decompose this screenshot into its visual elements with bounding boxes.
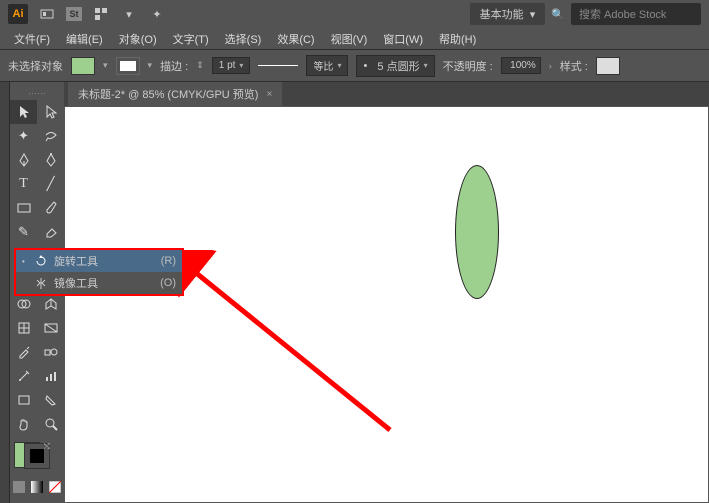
opacity-input[interactable]: 100% (501, 57, 541, 74)
eyedropper-tool[interactable] (10, 340, 37, 364)
document-tab[interactable]: 未标题-2* @ 85% (CMYK/GPU 预览) × (68, 82, 282, 106)
menu-view[interactable]: 视图(V) (325, 29, 374, 49)
selected-bullet-icon: • (22, 257, 28, 266)
mesh-tool[interactable] (10, 316, 37, 340)
search-input[interactable]: 搜索 Adobe Stock (571, 3, 701, 25)
bridge-icon[interactable] (38, 5, 56, 23)
direct-selection-tool[interactable] (37, 100, 64, 124)
flyout-rotate-label: 旋转工具 (54, 253, 98, 269)
zoom-tool[interactable] (37, 412, 64, 436)
line-tool[interactable]: ╱ (37, 172, 64, 196)
fill-menu-caret[interactable]: ▾ (103, 60, 108, 71)
menu-file[interactable]: 文件(F) (8, 29, 56, 49)
arrow-icon[interactable]: ▾ (120, 5, 138, 23)
style-label: 样式 : (560, 58, 588, 74)
stock-icon[interactable]: St (66, 7, 82, 21)
style-swatch[interactable] (596, 57, 620, 75)
brush-dropdown[interactable]: • 5 点圆形 (356, 55, 434, 77)
menu-help[interactable]: 帮助(H) (433, 29, 482, 49)
toolbar-grip[interactable]: ⋯⋯ (10, 86, 64, 100)
menu-type[interactable]: 文字(T) (167, 29, 215, 49)
selection-tool[interactable] (10, 100, 37, 124)
canvas[interactable] (64, 106, 709, 503)
none-mode[interactable] (46, 475, 64, 499)
stroke-preview[interactable] (258, 61, 298, 71)
fill-swatch[interactable] (71, 57, 95, 75)
document-tab-title: 未标题-2* @ 85% (CMYK/GPU 预览) (78, 86, 258, 102)
stroke-label: 描边 : (160, 58, 188, 74)
stroke-menu-caret[interactable]: ▾ (148, 60, 153, 71)
lasso-tool[interactable] (37, 124, 64, 148)
hand-tool[interactable] (10, 412, 37, 436)
selection-status: 未选择对象 (8, 58, 63, 74)
type-tool[interactable]: T (10, 172, 37, 196)
menu-select[interactable]: 选择(S) (219, 29, 268, 49)
workspace-switcher[interactable]: 基本功能 ▾ (470, 3, 546, 25)
menu-effect[interactable]: 效果(C) (271, 29, 320, 49)
opacity-label: 不透明度 : (443, 58, 493, 74)
magic-wand-tool[interactable]: ✦ (10, 124, 37, 148)
graph-tool[interactable] (37, 364, 64, 388)
stroke-weight[interactable]: 1 pt (212, 57, 251, 74)
flyout-rotate-tool[interactable]: • 旋转工具 (R) (16, 250, 182, 272)
close-tab-icon[interactable]: × (266, 89, 272, 100)
gradient-tool[interactable] (37, 316, 64, 340)
opacity-caret[interactable]: › (549, 61, 552, 71)
app-logo: Ai (8, 4, 28, 24)
flyout-mirror-shortcut: (O) (160, 277, 176, 289)
flyout-rotate-shortcut: (R) (161, 255, 176, 267)
symbol-sprayer-tool[interactable] (10, 364, 37, 388)
stroke-up[interactable]: ⇕ (196, 60, 204, 71)
rectangle-tool[interactable] (10, 196, 37, 220)
uniform-dropdown[interactable]: 等比 (306, 55, 348, 76)
menu-window[interactable]: 窗口(W) (377, 29, 429, 49)
rotate-icon (34, 255, 48, 268)
flyout-mirror-tool[interactable]: 镜像工具 (O) (16, 272, 182, 294)
reflect-icon (34, 277, 48, 290)
slice-tool[interactable] (37, 388, 64, 412)
rotate-tool-flyout: • 旋转工具 (R) 镜像工具 (O) (14, 248, 184, 296)
curvature-tool[interactable] (37, 148, 64, 172)
swap-colors-icon[interactable]: ⤭ (44, 442, 50, 452)
artboard-tool[interactable] (10, 388, 37, 412)
stroke-swatch[interactable] (116, 57, 140, 75)
arrange-icon[interactable] (92, 5, 110, 23)
blend-tool[interactable] (37, 340, 64, 364)
search-icon: 🔍 (551, 8, 565, 21)
menu-object[interactable]: 对象(O) (113, 29, 163, 49)
left-dock-strip[interactable] (0, 82, 10, 503)
flyout-mirror-label: 镜像工具 (54, 275, 98, 291)
color-mode[interactable] (10, 475, 28, 499)
ellipse-shape[interactable] (455, 165, 499, 299)
color-picker[interactable]: ⤭ (14, 442, 50, 469)
sparkle-icon[interactable]: ✦ (148, 5, 166, 23)
eraser-tool[interactable] (37, 220, 64, 244)
gradient-mode[interactable] (28, 475, 46, 499)
pen-tool[interactable] (10, 148, 37, 172)
shaper-tool[interactable]: ✎ (10, 220, 37, 244)
paintbrush-tool[interactable] (37, 196, 64, 220)
menu-edit[interactable]: 编辑(E) (60, 29, 109, 49)
